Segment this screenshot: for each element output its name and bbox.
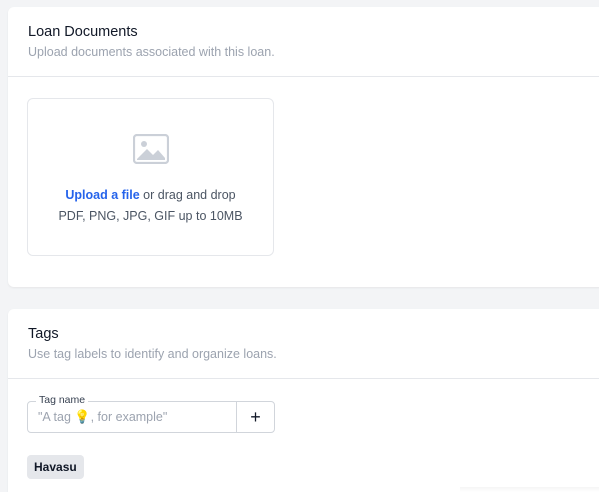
tag-name-label: Tag name	[36, 394, 89, 407]
image-icon	[133, 134, 169, 164]
file-type-hint: PDF, PNG, JPG, GIF up to 10MB	[58, 209, 243, 223]
lightbulb-icon: 💡	[74, 409, 91, 424]
upload-file-link[interactable]: Upload a file	[65, 188, 139, 202]
tag-name-field[interactable]: Tag name "A tag 💡, for example" +	[27, 394, 275, 433]
bottom-shadow	[460, 487, 599, 492]
tag-chip[interactable]: Havasu	[27, 455, 84, 479]
upload-instructions: Upload a file or drag and drop	[28, 187, 273, 203]
tag-name-input[interactable]: "A tag 💡, for example"	[38, 409, 228, 425]
loan-documents-subtitle: Upload documents associated with this lo…	[28, 45, 275, 59]
tags-card: Tags Use tag labels to identify and orga…	[8, 309, 599, 492]
placeholder-suffix: , for example"	[90, 410, 168, 424]
loan-documents-card: Loan Documents Upload documents associat…	[8, 7, 599, 287]
tags-title: Tags	[28, 326, 59, 342]
loan-documents-header: Loan Documents Upload documents associat…	[8, 7, 599, 77]
add-tag-button[interactable]: +	[236, 402, 274, 432]
tags-header: Tags Use tag labels to identify and orga…	[8, 309, 599, 379]
drag-drop-text: or drag and drop	[139, 188, 236, 202]
tags-subtitle: Use tag labels to identify and organize …	[28, 347, 277, 361]
loan-documents-title: Loan Documents	[28, 24, 138, 40]
file-dropzone[interactable]: Upload a file or drag and drop PDF, PNG,…	[27, 98, 274, 256]
placeholder-prefix: "A tag	[38, 410, 75, 424]
